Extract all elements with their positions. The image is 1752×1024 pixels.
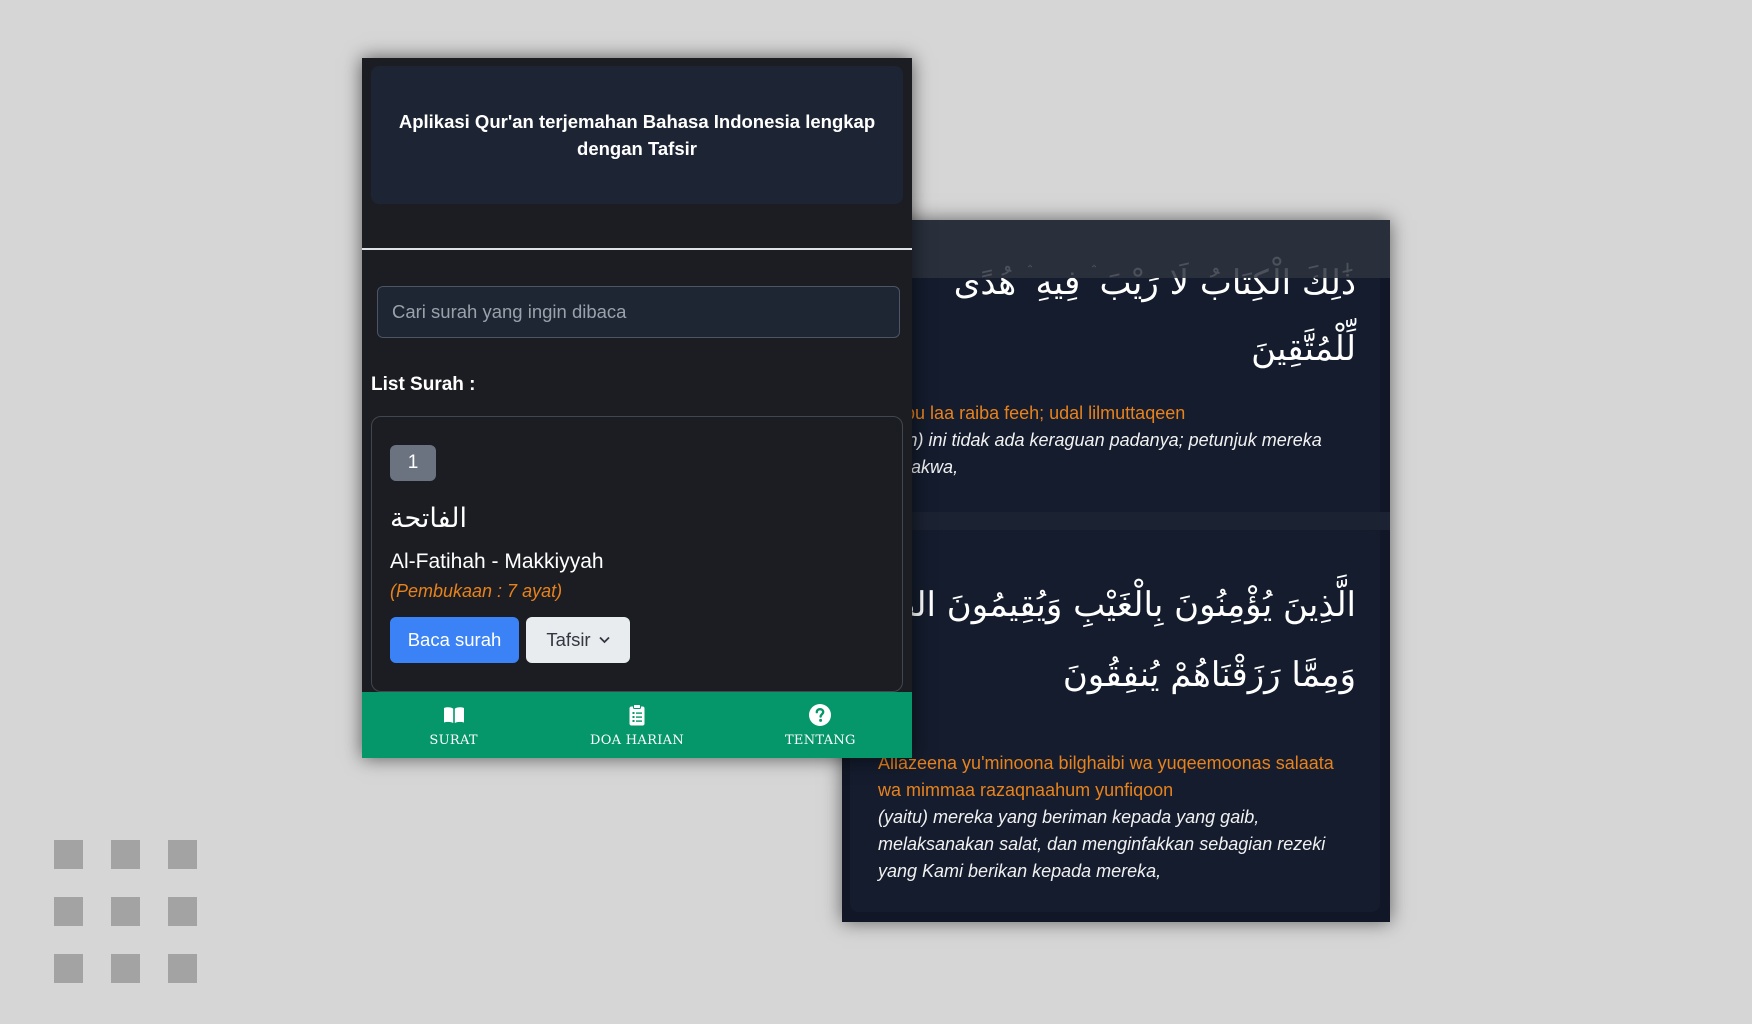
nav-item-doa-harian[interactable]: DOA HARIAN	[545, 692, 728, 758]
page-title: Aplikasi Qur'an terjemahan Bahasa Indone…	[398, 111, 876, 159]
header-divider	[362, 248, 912, 250]
ayat-card: الَّذِينَ يُؤْمِنُونَ بِالْغَيْبِ وَيُقِ…	[846, 530, 1380, 912]
tafsir-button-label: Tafsir	[546, 629, 591, 650]
decorative-dot-grid	[54, 840, 198, 984]
book-open-icon	[443, 706, 464, 723]
nav-item-surat[interactable]: SURAT	[362, 692, 545, 758]
nav-item-tentang[interactable]: TENTANG	[729, 692, 912, 758]
surah-list-label: List Surah :	[371, 374, 476, 395]
ayat-detail-window: ذَٰلِكَ الْكِتَابُ لَا رَيْبَ ۛ فِيهِ ۛ …	[842, 220, 1390, 922]
ayat-arabic-line: وَمِمَّا رَزَقْنَاهُمْ يُنفِقُونَ	[1062, 655, 1356, 695]
clipboard-list-icon	[629, 703, 645, 725]
ayat-latin: Allazeena yu'minoona bilghaibi wa yuqeem…	[878, 753, 1334, 800]
surah-card: 1 الفاتحة Al-Fatihah - Makkiyyah (Pembuk…	[371, 416, 903, 692]
ayat-latin: kal Kitaabu laa raiba feeh; udal lilmutt…	[842, 403, 1186, 423]
surah-number-badge: 1	[390, 445, 436, 481]
app-header: Aplikasi Qur'an terjemahan Bahasa Indone…	[371, 66, 903, 204]
ayat-translation: (yaitu) mereka yang beriman kepada yang …	[878, 807, 1326, 881]
nav-label: TENTANG	[784, 732, 856, 748]
nav-label: SURAT	[429, 732, 478, 748]
search-input[interactable]	[377, 286, 900, 338]
surah-list-window: Aplikasi Qur'an terjemahan Bahasa Indone…	[362, 58, 912, 758]
question-circle-icon	[809, 703, 832, 726]
ayat-arabic-line: الَّذِينَ يُؤْمِنُونَ بِالْغَيْبِ وَيُقِ…	[874, 585, 1356, 625]
tafsir-dropdown-button[interactable]: Tafsir	[526, 617, 630, 663]
surah-name: Al-Fatihah - Makkiyyah	[390, 550, 604, 573]
surah-meaning: (Pembukaan : 7 ayat)	[390, 581, 563, 601]
chevron-down-icon	[598, 636, 610, 644]
read-surah-button[interactable]: Baca surah	[390, 617, 519, 663]
surah-arabic-name: الفاتحة	[390, 503, 468, 534]
ayat-translation: (Al-Qur'an) ini tidak ada keraguan padan…	[842, 430, 1322, 477]
nav-label: DOA HARIAN	[589, 732, 684, 748]
bottom-navigation: SURAT DOA HARIAN TENTANG	[362, 692, 912, 758]
ayat-detail-topbar	[842, 220, 1390, 278]
ayat-arabic-line: لِّلْمُتَّقِينَ	[1251, 329, 1356, 369]
ayat-separator	[842, 512, 1390, 530]
